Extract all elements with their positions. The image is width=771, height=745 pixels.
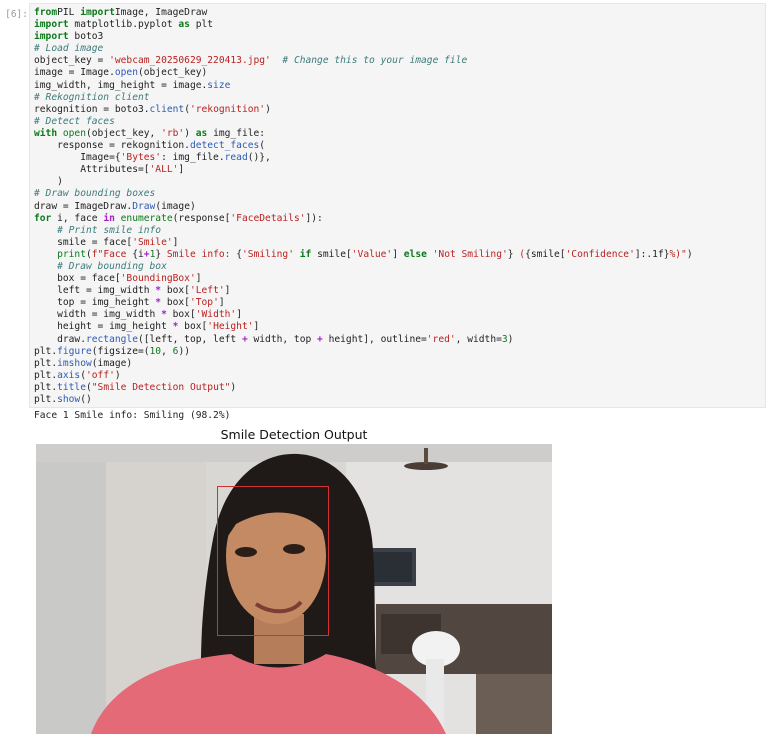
code-line: object_key = 'webcam_20250629_220413.jpg…	[34, 55, 468, 67]
code-line: left = img_width * box['Left']	[34, 285, 231, 297]
code-line: plt.title("Smile Detection Output")	[34, 381, 237, 393]
code-line: height = img_height * box['Height']	[34, 321, 260, 333]
code-line: plt.show()	[34, 394, 92, 405]
code-line: import matplotlib.pyplot as plt	[34, 19, 214, 31]
code-line: )	[34, 176, 63, 188]
code-line: plt.axis('off')	[34, 369, 121, 381]
code-cell[interactable]: fromPIL importImage, ImageDraw import ma…	[29, 3, 766, 408]
code-line: fromPIL importImage, ImageDraw	[34, 7, 208, 18]
code-editor[interactable]: fromPIL importImage, ImageDraw import ma…	[30, 4, 765, 406]
cell-output-text: Face 1 Smile info: Smiling (98.2%)	[34, 410, 231, 421]
output-image	[36, 444, 552, 734]
code-line: # Rekognition client	[34, 91, 150, 103]
code-line: box = face['BoundingBox']	[34, 273, 202, 285]
code-line: top = img_height * box['Top']	[34, 297, 225, 309]
code-line: # Detect faces	[34, 115, 115, 127]
code-line: for i, face in enumerate(response['FaceD…	[34, 212, 323, 224]
code-line: # Print smile info	[57, 224, 162, 236]
code-line: response = rekognition.detect_faces(	[34, 140, 266, 152]
code-line: # Draw bounding box	[57, 260, 167, 272]
code-line: smile = face['Smile']	[34, 236, 179, 248]
code-line: Attributes=['ALL']	[34, 164, 185, 176]
code-line: rekognition = boto3.client('rekognition'…	[34, 103, 271, 115]
code-line: draw.rectangle([left, top, left + width,…	[34, 333, 514, 345]
code-line: plt.figure(figsize=(10, 6))	[34, 345, 190, 357]
code-line: Image={'Bytes': img_file.read()},	[34, 152, 271, 164]
code-line: draw = ImageDraw.Draw(image)	[34, 200, 196, 212]
code-line: print(f"Face {i+1} Smile info: {'Smiling…	[57, 248, 693, 260]
code-line: with open(object_key, 'rb') as img_file:	[34, 127, 266, 139]
figure-title: Smile Detection Output	[220, 427, 368, 442]
code-line: image = Image.open(object_key)	[34, 67, 208, 79]
code-line: width = img_width * box['Width']	[34, 309, 242, 321]
code-line: # Load image	[34, 43, 104, 55]
cell-execution-count: [6]:	[5, 9, 28, 20]
code-line: import boto3	[34, 31, 104, 43]
face-bounding-box	[217, 486, 329, 636]
code-line: # Draw bounding boxes	[34, 188, 156, 200]
code-line: plt.imshow(image)	[34, 357, 133, 369]
code-line: img_width, img_height = image.size	[34, 79, 231, 91]
